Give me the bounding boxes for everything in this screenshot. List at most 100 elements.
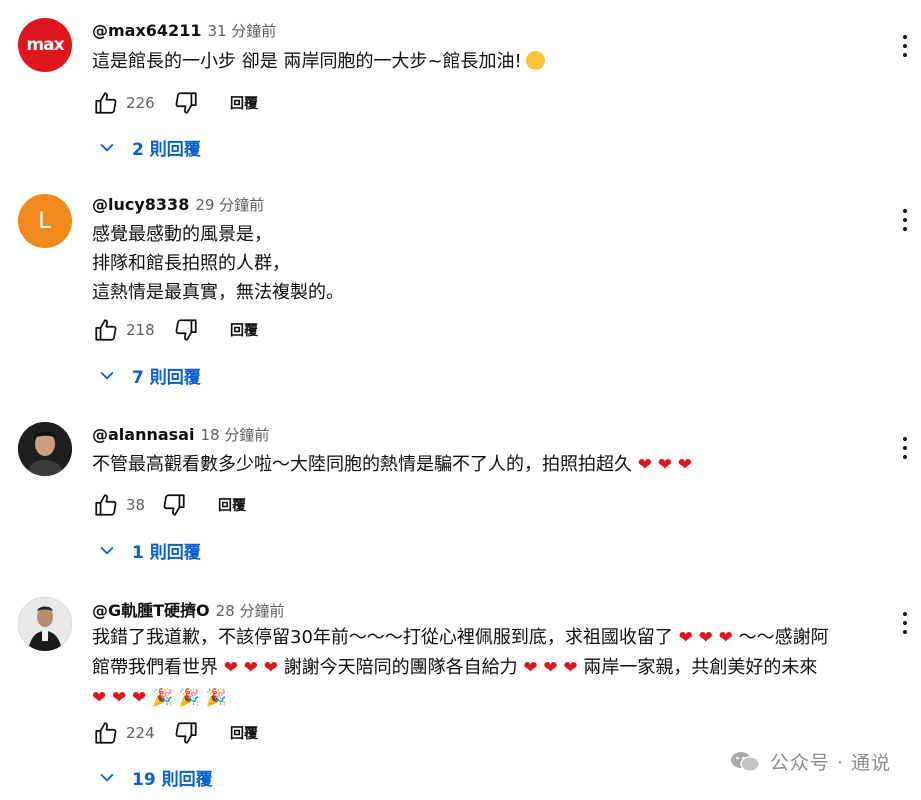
red-heart-emoji: ❤ <box>698 628 713 648</box>
watermark-text: 公众号 · 通说 <box>769 752 891 774</box>
comment-header: @alannasai 18 分鐘前 <box>92 424 269 448</box>
comment-text: 兩岸一家親，共創美好的未來 <box>583 657 818 678</box>
chevron-down-icon <box>96 364 118 386</box>
avatar-photo <box>18 422 72 476</box>
more-vert-icon[interactable] <box>899 434 911 462</box>
reply-button[interactable]: 回覆 <box>218 495 246 515</box>
chevron-down-icon <box>96 136 118 158</box>
avatar[interactable]: max <box>18 18 72 72</box>
replies-count: 7 則回覆 <box>132 367 201 388</box>
red-heart-emoji: ❤ <box>243 658 258 678</box>
dislike-button[interactable] <box>172 316 200 344</box>
comment-actions: 218 回覆 <box>92 315 258 345</box>
comment-time[interactable]: 18 分鐘前 <box>200 424 269 445</box>
dislike-button[interactable] <box>172 89 200 117</box>
reply-button[interactable]: 回覆 <box>230 93 258 113</box>
thumbs-up-icon <box>95 92 117 114</box>
chevron-down-icon <box>96 539 118 561</box>
avatar-text: max <box>26 35 64 55</box>
red-heart-emoji: ❤ <box>718 628 733 648</box>
dislike-button[interactable] <box>172 719 200 747</box>
comment-line: 我錯了我道歉，不該停留30年前～～～打從心裡佩服到底，求祖國收留了 ❤ ❤ ❤ … <box>92 623 829 653</box>
red-heart-emoji: ❤ <box>92 688 107 708</box>
comment-text: 我錯了我道歉，不該停留30年前～～～打從心裡佩服到底，求祖國收留了 <box>92 627 673 648</box>
like-button[interactable] <box>92 719 120 747</box>
comment-line: 排隊和館長拍照的人群， <box>92 253 290 274</box>
avatar-text: L <box>38 207 52 234</box>
party-popper-emoji: 🎉 <box>151 688 174 708</box>
avatar[interactable] <box>18 422 72 476</box>
avatar[interactable]: L <box>18 194 72 248</box>
thumbs-down-icon <box>175 92 197 114</box>
comment-author[interactable]: @G軌腫T硬擠O <box>92 597 210 621</box>
view-replies-button[interactable]: 1 則回覆 <box>96 536 201 564</box>
like-count: 218 <box>126 321 155 339</box>
comment-line: 這熱情是最真實，無法複製的。 <box>92 282 344 303</box>
comment-author[interactable]: @alannasai <box>92 425 194 444</box>
comment-line: 感覺最感動的風景是， <box>92 224 272 245</box>
red-heart-emoji: ❤ <box>263 658 278 678</box>
avatar[interactable] <box>18 597 72 651</box>
comment-item: L @lucy8338 29 分鐘前 感覺最感動的風景是， 排隊和館長拍照的人群… <box>0 180 921 410</box>
comment-header: @lucy8338 29 分鐘前 <box>92 194 264 218</box>
comment-text: 館帶我們看世界 <box>92 657 218 678</box>
comment-text: ～～感謝阿 <box>738 627 829 648</box>
thumbs-up-icon <box>95 319 117 341</box>
more-vert-icon[interactable] <box>899 206 911 234</box>
more-vert-icon[interactable] <box>899 32 911 60</box>
red-heart-emoji: ❤ <box>563 658 578 678</box>
red-heart-emoji: ❤ <box>523 658 538 678</box>
replies-count: 1 則回覆 <box>132 542 201 563</box>
red-heart-emoji: ❤ <box>111 688 127 708</box>
comment-text: 謝謝今天陪同的團隊各自給力 <box>283 657 518 678</box>
red-heart-emoji: ❤ <box>637 455 652 475</box>
comment-body: 不管最高觀看數多少啦～大陸同胞的熱情是騙不了人的，拍照拍超久 ❤ ❤ ❤ <box>92 450 692 480</box>
comment-header: @G軌腫T硬擠O 28 分鐘前 <box>92 597 285 621</box>
watermark: 公众号 · 通说 <box>730 748 891 775</box>
comment-author[interactable]: @max64211 <box>92 21 201 40</box>
reply-button[interactable]: 回覆 <box>230 320 258 340</box>
red-heart-emoji: ❤ <box>678 628 693 648</box>
comment-item: max @max64211 31 分鐘前 這是館長的一小步 卻是 兩岸同胞的一大… <box>0 0 921 180</box>
comment-line: 不管最高觀看數多少啦～大陸同胞的熱情是騙不了人的，拍照拍超久 <box>92 454 632 475</box>
comment-body: 感覺最感動的風景是， 排隊和館長拍照的人群， 這熱情是最真實，無法複製的。 <box>92 220 344 307</box>
comment-line: ❤ ❤ ❤ 🎉 🎉 🎉 <box>92 683 829 713</box>
reply-button[interactable]: 回覆 <box>230 723 258 743</box>
comment-time[interactable]: 28 分鐘前 <box>216 600 285 621</box>
comment-actions: 224 回覆 <box>92 718 258 748</box>
like-button[interactable] <box>92 316 120 344</box>
party-popper-emoji: 🎉 <box>178 688 201 708</box>
comment-body: 這是館長的一小步 卻是 兩岸同胞的一大步~館長加油! <box>92 47 545 76</box>
red-heart-emoji: ❤ <box>677 455 692 475</box>
comment-time[interactable]: 31 分鐘前 <box>207 20 276 41</box>
red-heart-emoji: ❤ <box>657 455 672 475</box>
view-replies-button[interactable]: 19 則回覆 <box>96 763 213 791</box>
hugging-face-emoji <box>525 51 545 70</box>
view-replies-button[interactable]: 7 則回覆 <box>96 361 201 389</box>
wechat-icon <box>730 751 760 772</box>
comment-time[interactable]: 29 分鐘前 <box>195 194 264 215</box>
replies-count: 19 則回覆 <box>132 769 213 790</box>
like-button[interactable] <box>92 491 120 519</box>
comment-item: @alannasai 18 分鐘前 不管最高觀看數多少啦～大陸同胞的熱情是騙不了… <box>0 410 921 585</box>
comment-line: 這是館長的一小步 卻是 兩岸同胞的一大步~館長加油! <box>92 51 522 72</box>
comment-body: 我錯了我道歉，不該停留30年前～～～打從心裡佩服到底，求祖國收留了 ❤ ❤ ❤ … <box>92 623 829 713</box>
thumbs-down-icon <box>163 494 185 516</box>
view-replies-button[interactable]: 2 則回覆 <box>96 133 201 161</box>
avatar-photo <box>18 597 72 651</box>
red-heart-emoji: ❤ <box>223 658 238 678</box>
dislike-button[interactable] <box>160 491 188 519</box>
like-count: 38 <box>126 496 146 514</box>
comment-actions: 38 回覆 <box>92 490 246 520</box>
like-button[interactable] <box>92 89 120 117</box>
comment-line: 館帶我們看世界 ❤ ❤ ❤ 謝謝今天陪同的團隊各自給力 ❤ ❤ ❤ 兩岸一家親，… <box>92 653 829 683</box>
thumbs-up-icon <box>95 494 117 516</box>
comment-author[interactable]: @lucy8338 <box>92 195 189 214</box>
chevron-down-icon <box>96 766 118 788</box>
thumbs-down-icon <box>175 319 197 341</box>
party-popper-emoji: 🎉 <box>205 688 227 708</box>
like-count: 226 <box>126 94 155 112</box>
more-vert-icon[interactable] <box>899 609 911 637</box>
thumbs-down-icon <box>175 722 197 744</box>
like-count: 224 <box>126 724 155 742</box>
